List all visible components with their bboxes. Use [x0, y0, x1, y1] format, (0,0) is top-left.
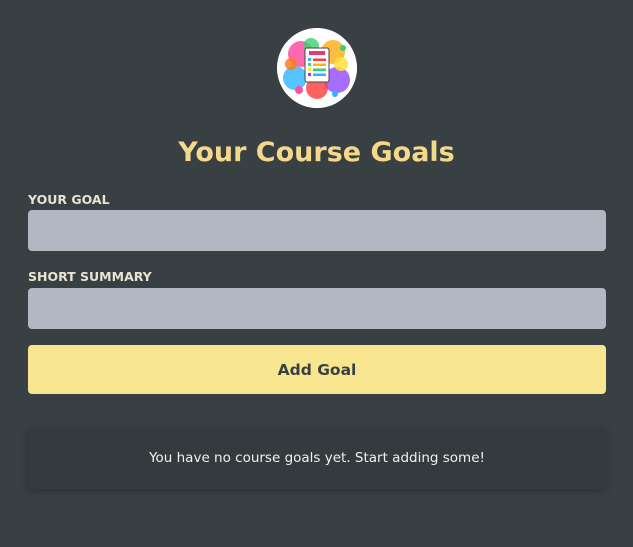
summary-label: Short Summary — [28, 269, 152, 284]
empty-goals-message: You have no course goals yet. Start addi… — [149, 450, 485, 466]
goal-label: Your Goal — [28, 192, 110, 207]
add-goal-button[interactable]: Add Goal — [28, 345, 606, 394]
page-title: Your Course Goals — [178, 137, 455, 168]
summary-input[interactable] — [28, 288, 606, 329]
goal-input[interactable] — [28, 210, 606, 251]
goals-empty-card: You have no course goals yet. Start addi… — [28, 427, 606, 489]
goals-checklist-logo-icon — [277, 28, 357, 108]
